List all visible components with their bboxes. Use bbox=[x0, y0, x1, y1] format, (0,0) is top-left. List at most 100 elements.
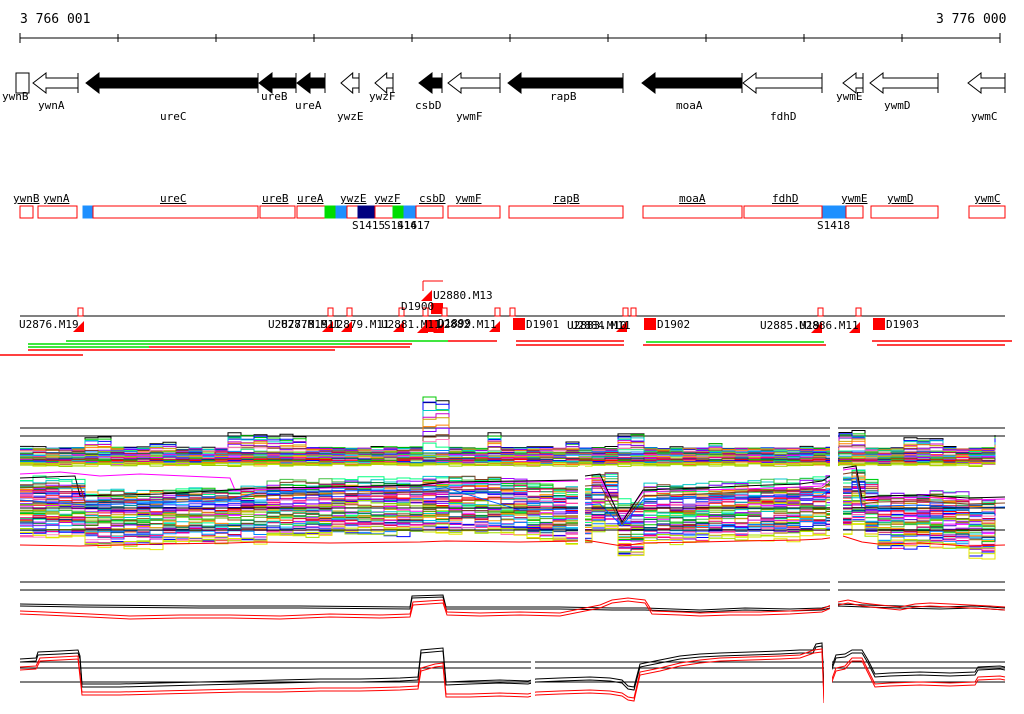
probe-box[interactable] bbox=[37, 205, 78, 219]
flag-label-D1901[interactable]: D1901 bbox=[526, 319, 559, 330]
genome-browser-canvas: 3 766 001 3 776 000 ywnB ywnA ureC ureB ureA… bbox=[0, 0, 1024, 714]
flag-label-D1900[interactable]: D1900 bbox=[401, 301, 434, 312]
probe-box[interactable] bbox=[508, 205, 624, 219]
probe-box[interactable] bbox=[82, 205, 94, 219]
probe-box[interactable] bbox=[447, 205, 501, 219]
gene-arrow-fdhD[interactable] bbox=[742, 71, 823, 95]
signal-label-S1417: S1417 bbox=[397, 219, 431, 232]
probe-box[interactable] bbox=[346, 205, 359, 219]
flag-pole bbox=[441, 307, 448, 317]
probe-box[interactable] bbox=[357, 205, 376, 219]
gene-arrow-ureA[interactable] bbox=[296, 71, 326, 95]
gene-arrow-ureC[interactable] bbox=[85, 71, 259, 95]
probe-box[interactable] bbox=[324, 205, 337, 219]
tracks-svg bbox=[0, 33, 1012, 714]
gene-label-ywmE: ywmE bbox=[836, 90, 863, 103]
band4 bbox=[19, 642, 1006, 704]
gene-label-ywmD: ywmD bbox=[884, 99, 911, 112]
ruler-right-coordinate: 3 776 000 bbox=[936, 12, 1007, 27]
probe-link-ureC[interactable]: ureC bbox=[160, 193, 187, 204]
gene-label-csbD: csbD bbox=[415, 99, 442, 112]
flag-label-U2884.M11[interactable]: U2884.M11 bbox=[571, 320, 631, 331]
band2 bbox=[19, 465, 1006, 560]
gene-arrow-moaA[interactable] bbox=[641, 71, 743, 95]
probe-link-ywmE[interactable]: ywmE bbox=[841, 193, 868, 204]
probe-box[interactable] bbox=[870, 205, 939, 219]
flag-label-D1902[interactable]: D1902 bbox=[657, 319, 690, 330]
probe-box[interactable] bbox=[415, 205, 444, 219]
data-gaps bbox=[531, 393, 843, 714]
probe-link-ywzF[interactable]: ywzF bbox=[374, 193, 401, 204]
probe-link-ywnA[interactable]: ywnA bbox=[43, 193, 70, 204]
ruler-left-coordinate: 3 766 001 bbox=[20, 12, 91, 27]
flag-pole bbox=[509, 307, 516, 317]
flag-label-U2882.M11[interactable]: U2882.M11 bbox=[437, 319, 497, 330]
segment-flag-D1903[interactable] bbox=[873, 318, 885, 330]
probe-box[interactable] bbox=[968, 205, 1006, 219]
signal-label-S1418: S1418 bbox=[817, 219, 851, 232]
gene-label-ywnA: ywnA bbox=[38, 99, 65, 112]
flag-label-U2886.M11[interactable]: U2886.M11 bbox=[799, 320, 859, 331]
gene-label-ureA: ureA bbox=[295, 99, 322, 112]
probe-link-ywmC[interactable]: ywmC bbox=[974, 193, 1001, 204]
probe-link-ywzE[interactable]: ywzE bbox=[340, 193, 367, 204]
probe-box[interactable] bbox=[335, 205, 348, 219]
gene-arrow-ywzE[interactable] bbox=[340, 71, 360, 95]
profile-line bbox=[19, 642, 1006, 689]
data-gap bbox=[830, 466, 843, 565]
flag-label-U2876.M19[interactable]: U2876.M19 bbox=[19, 319, 79, 330]
data-gap bbox=[830, 572, 838, 620]
band3 bbox=[19, 581, 1006, 620]
flag-label-U2881.M11[interactable]: U2881.M11 bbox=[381, 319, 441, 330]
probe-link-moaA[interactable]: moaA bbox=[679, 193, 706, 204]
profile-line bbox=[19, 648, 1006, 701]
probe-box[interactable] bbox=[92, 205, 259, 219]
gene-arrow-ywmC[interactable] bbox=[967, 71, 1006, 95]
probe-box[interactable] bbox=[296, 205, 326, 219]
probe-box[interactable] bbox=[403, 205, 417, 219]
flag-pole bbox=[622, 307, 629, 317]
gene-label-ywnB: ywnB bbox=[2, 90, 29, 103]
data-gap bbox=[531, 628, 535, 714]
probe-box[interactable] bbox=[374, 205, 394, 219]
probe-link-ywmF[interactable]: ywmF bbox=[455, 193, 482, 204]
gene-label-ywmF: ywmF bbox=[456, 110, 483, 123]
data-gap bbox=[824, 628, 832, 714]
flag-pole bbox=[630, 307, 637, 317]
gene-arrow-ywmF[interactable] bbox=[447, 71, 501, 95]
profile-line bbox=[19, 651, 1006, 704]
ruler bbox=[19, 33, 1001, 43]
probe-link-ureB[interactable]: ureB bbox=[262, 193, 289, 204]
probe-box[interactable] bbox=[19, 205, 34, 219]
probe-link-ywmD[interactable]: ywmD bbox=[887, 193, 914, 204]
flag-label-D1903[interactable]: D1903 bbox=[886, 319, 919, 330]
gene-label-ywzE: ywzE bbox=[337, 110, 364, 123]
probe-box[interactable] bbox=[259, 205, 296, 219]
probe-link-ureA[interactable]: ureA bbox=[297, 193, 324, 204]
gene-label-ureB: ureB bbox=[261, 90, 288, 103]
gene-label-ywzF: ywzF bbox=[369, 90, 396, 103]
profile-series bbox=[20, 401, 996, 451]
gene-arrow-csbD[interactable] bbox=[418, 71, 443, 95]
profile-series bbox=[20, 400, 996, 450]
probe-box[interactable] bbox=[822, 205, 847, 219]
gene-arrow-ywnA[interactable] bbox=[32, 71, 79, 95]
flag-pole bbox=[346, 307, 353, 317]
gene-label-rapB: rapB bbox=[550, 90, 577, 103]
flag-label-U2880.M13[interactable]: U2880.M13 bbox=[433, 290, 493, 301]
segment-flag-D1901[interactable] bbox=[513, 318, 525, 330]
profile-line bbox=[19, 600, 1006, 620]
probe-box[interactable] bbox=[743, 205, 823, 219]
segment-flag-D1902[interactable] bbox=[644, 318, 656, 330]
probe-link-ywnB[interactable]: ywnB bbox=[13, 193, 40, 204]
probe-box[interactable] bbox=[642, 205, 743, 219]
probe-box[interactable] bbox=[845, 205, 864, 219]
gene-arrow-ywmD[interactable] bbox=[869, 71, 939, 95]
segment-lines bbox=[0, 340, 1012, 356]
probe-link-fdhD[interactable]: fdhD bbox=[772, 193, 799, 204]
probe-link-rapB[interactable]: rapB bbox=[553, 193, 580, 204]
probe-link-csbD[interactable]: csbD bbox=[419, 193, 446, 204]
data-gap bbox=[578, 466, 585, 565]
probe-box[interactable] bbox=[392, 205, 405, 219]
probe-track bbox=[19, 205, 1006, 219]
